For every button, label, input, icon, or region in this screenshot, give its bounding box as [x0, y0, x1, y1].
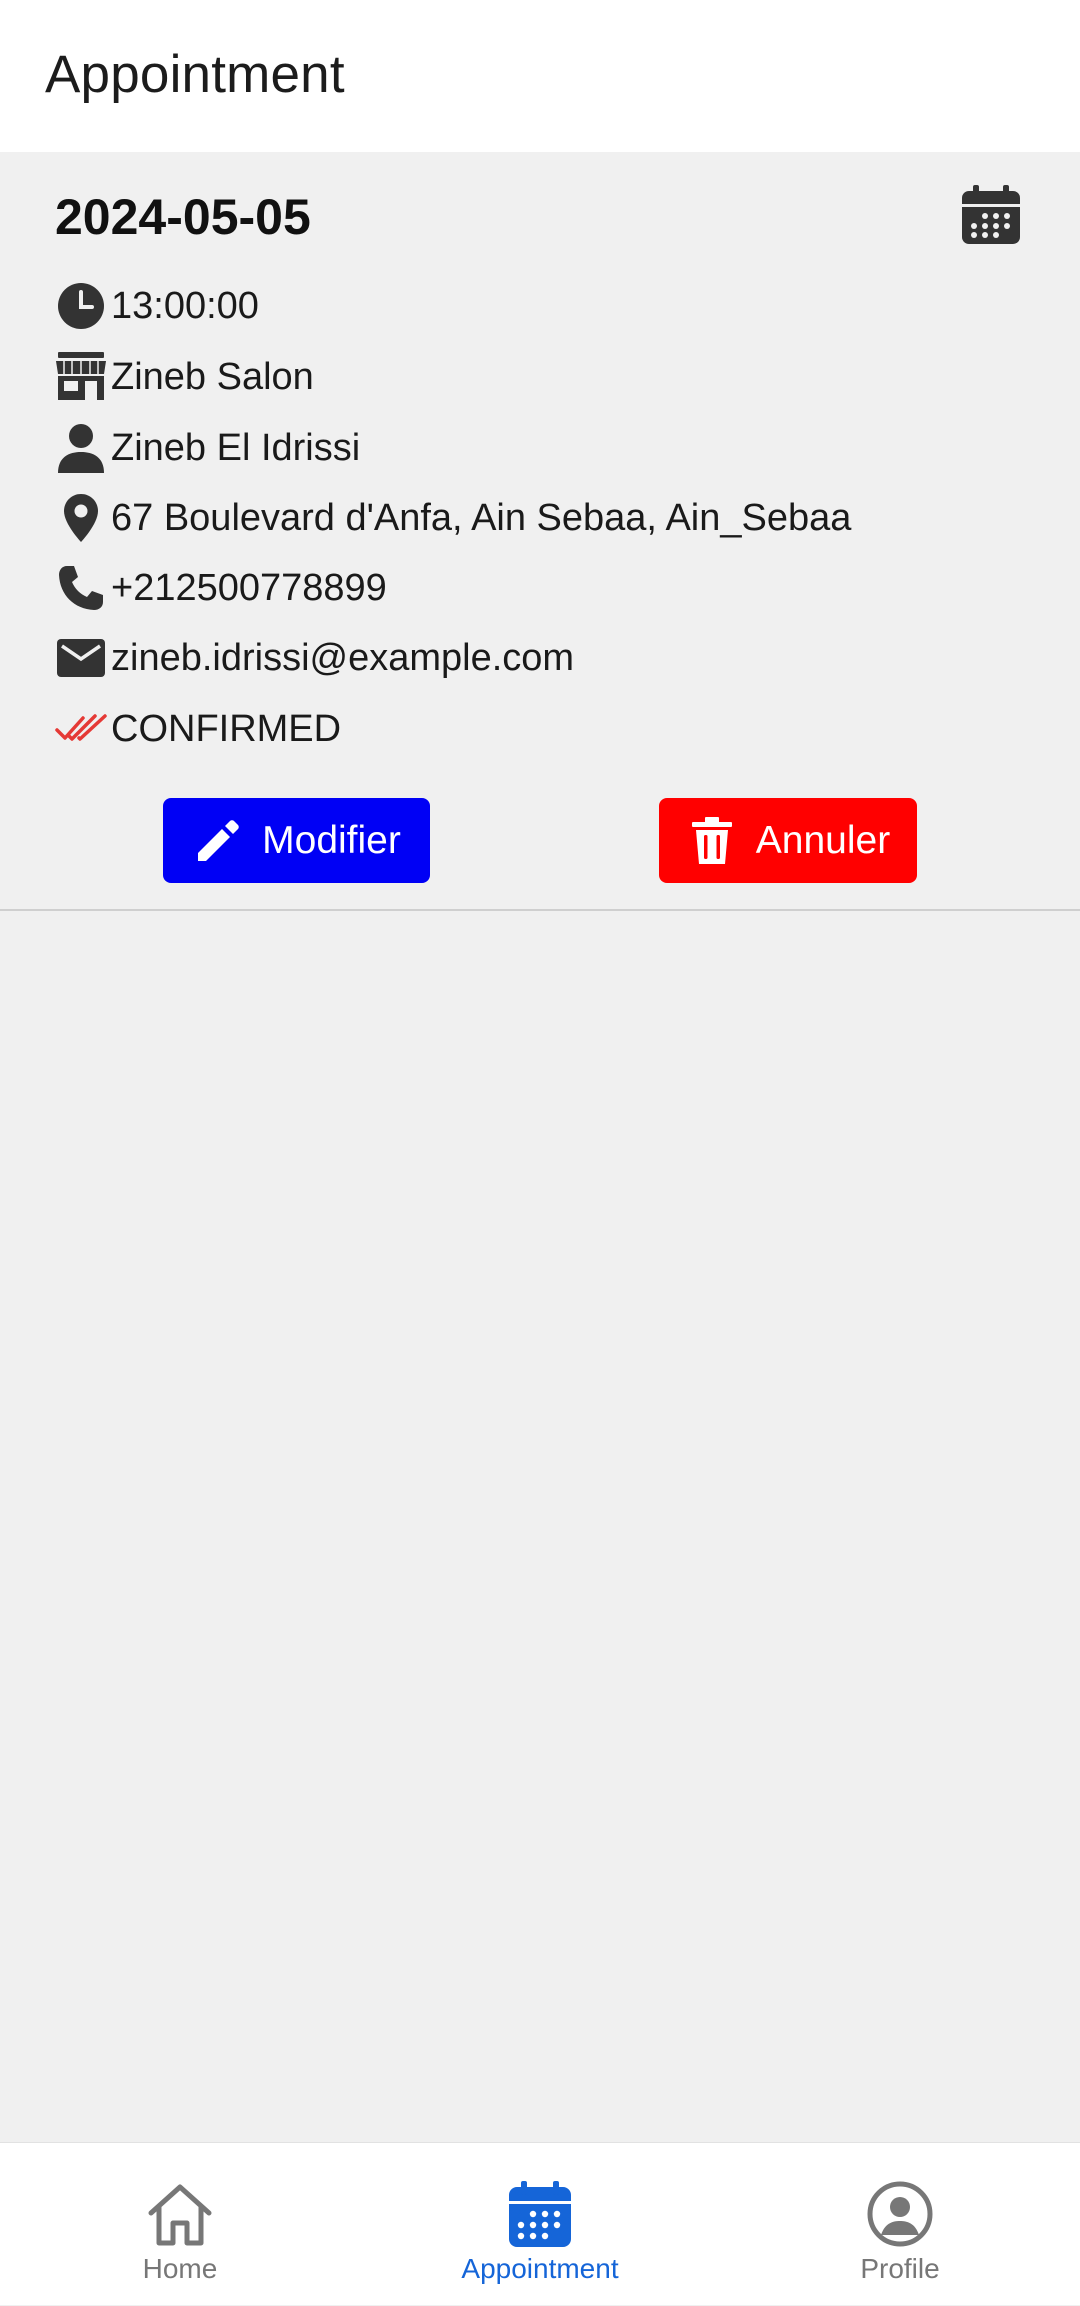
trash-icon: [686, 815, 738, 867]
calendar-icon[interactable]: [960, 184, 1022, 246]
nav-label-home: Home: [142, 2253, 218, 2284]
modify-label: Modifier: [262, 818, 401, 862]
cancel-button[interactable]: Annuler: [659, 798, 917, 883]
status-text: CONFIRMED: [111, 707, 342, 750]
nav-label-appointment: Appointment: [461, 2253, 619, 2284]
appointment-time: 13:00:00: [111, 284, 259, 327]
double-check-icon: [55, 703, 107, 755]
store-icon: [55, 351, 107, 403]
status-row: CONFIRMED: [55, 701, 341, 757]
address-text: 67 Boulevard d'Anfa, Ain Sebaa, Ain_Seba…: [111, 496, 852, 539]
person-icon: [55, 422, 107, 474]
address-row: 67 Boulevard d'Anfa, Ain Sebaa, Ain_Seba…: [55, 490, 851, 546]
person-row: Zineb El Idrissi: [55, 420, 360, 476]
salon-row: Zineb Salon: [55, 349, 314, 405]
appointment-date: 2024-05-05: [55, 189, 311, 245]
profile-icon: [865, 2179, 935, 2249]
location-pin-icon: [55, 492, 107, 544]
modify-button[interactable]: Modifier: [163, 798, 430, 883]
clock-icon: [55, 280, 107, 332]
nav-item-appointment[interactable]: Appointment: [360, 2143, 720, 2306]
nav-item-profile[interactable]: Profile: [720, 2143, 1080, 2306]
calendar-icon: [505, 2179, 575, 2249]
cancel-label: Annuler: [755, 818, 891, 862]
time-row: 13:00:00: [55, 278, 259, 334]
email-row: zineb.idrissi@example.com: [55, 630, 574, 686]
mail-icon: [55, 632, 107, 684]
person-name: Zineb El Idrissi: [111, 426, 361, 469]
pencil-icon: [192, 815, 244, 867]
nav-item-home[interactable]: Home: [0, 2143, 360, 2306]
appointment-card: 2024-05-05 13:00:00 Zineb Salon Zineb El…: [0, 152, 1080, 911]
home-icon: [145, 2179, 215, 2249]
page-title: Appointment: [45, 45, 345, 104]
salon-name: Zineb Salon: [111, 355, 314, 398]
app-header: Appointment: [0, 0, 1080, 152]
phone-icon: [55, 562, 107, 614]
phone-number: +212500778899: [111, 566, 387, 609]
bottom-navigation: Home Appointment Profile: [0, 2142, 1080, 2305]
nav-label-profile: Profile: [860, 2253, 940, 2284]
phone-row: +212500778899: [55, 560, 387, 616]
email-address: zineb.idrissi@example.com: [111, 636, 575, 679]
